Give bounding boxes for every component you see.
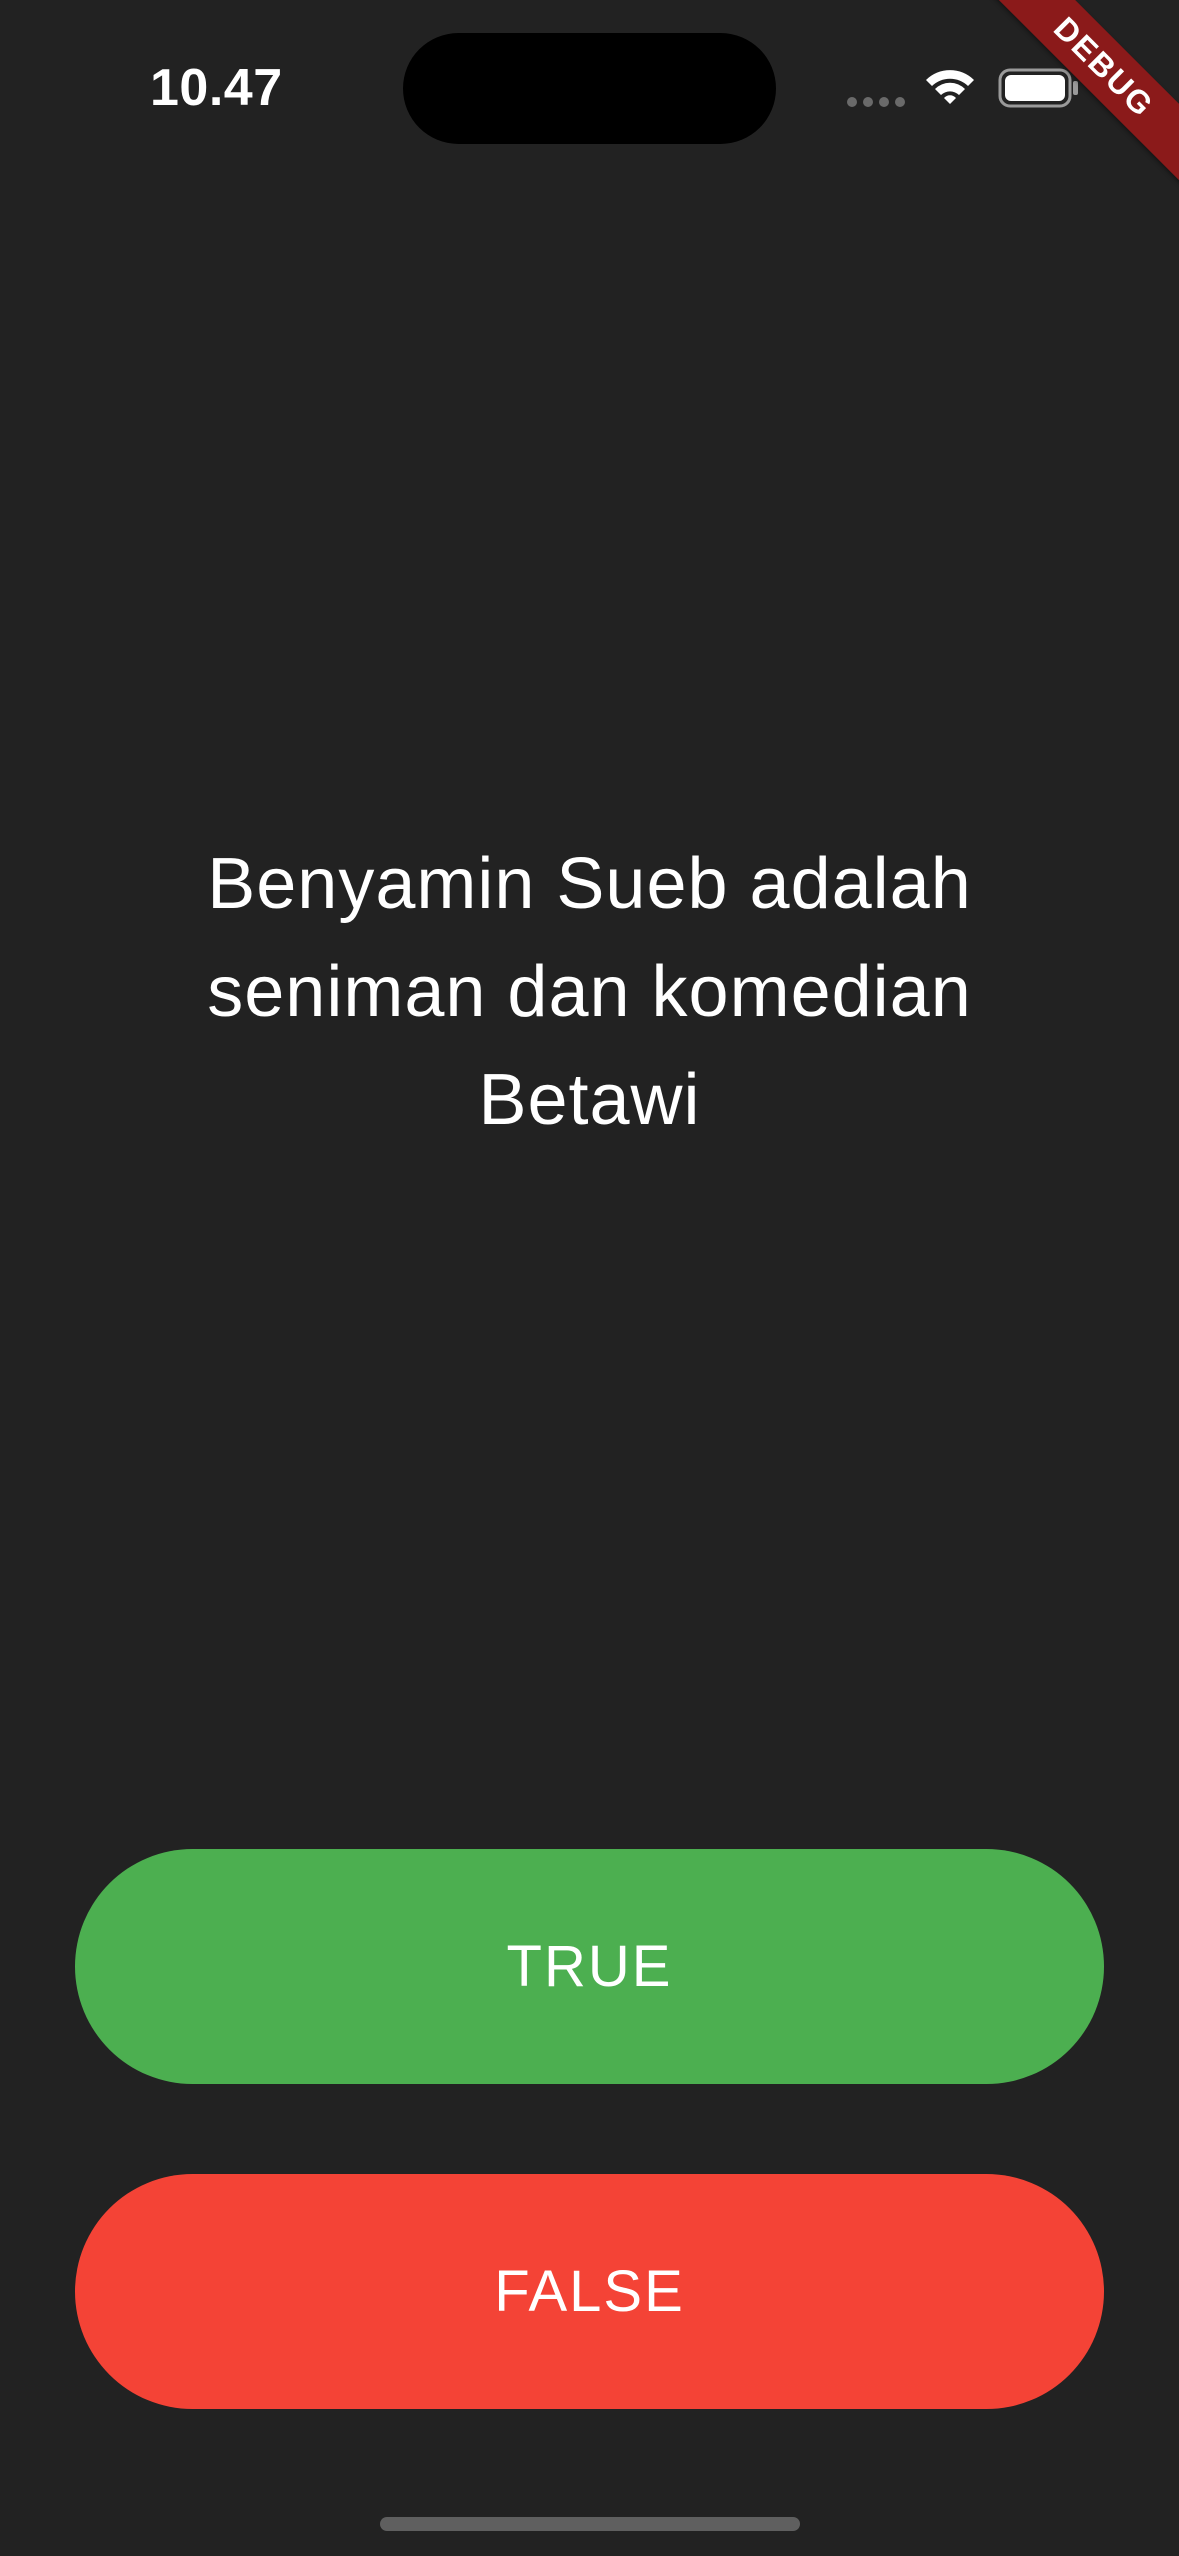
status-time: 10.47	[150, 59, 283, 117]
battery-icon	[998, 68, 1078, 108]
true-button[interactable]: TRUE	[75, 1849, 1104, 2084]
true-button-label: TRUE	[506, 1934, 673, 1999]
home-indicator[interactable]	[380, 2517, 800, 2531]
false-button[interactable]: FALSE	[75, 2174, 1104, 2409]
dynamic-island	[403, 33, 776, 144]
status-bar: 10.47	[0, 0, 1179, 170]
false-button-label: FALSE	[494, 2259, 685, 2324]
question-text: Benyamin Sueb adalah seniman dan komedia…	[207, 844, 972, 1140]
cellular-signal-icon	[847, 97, 905, 107]
wifi-icon	[926, 70, 974, 104]
